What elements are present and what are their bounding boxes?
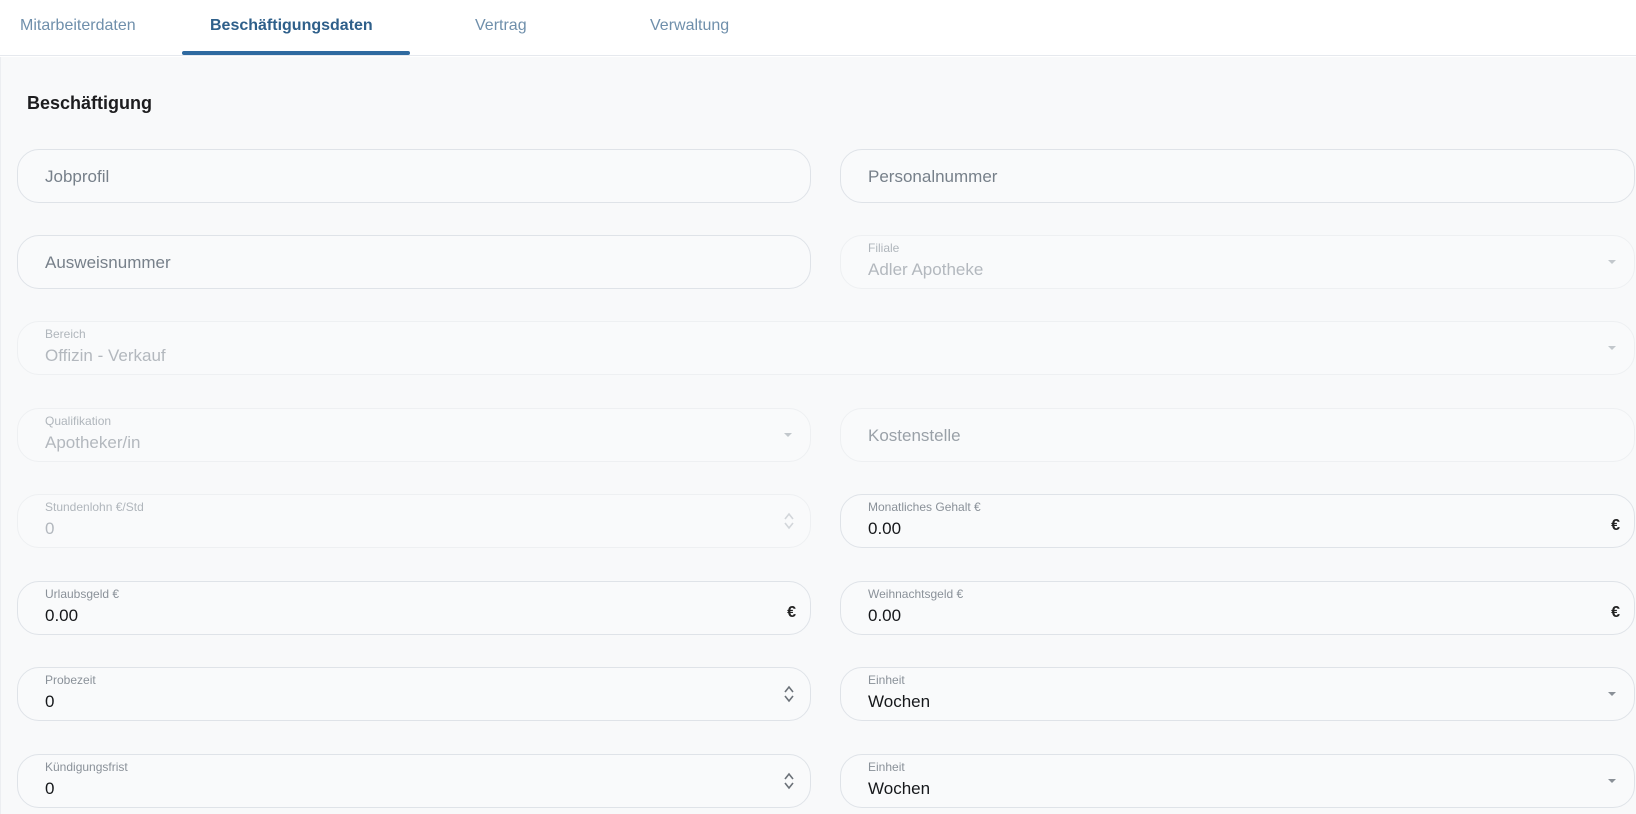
tab-vertrag[interactable]: Vertrag: [475, 17, 527, 35]
jobprofil-placeholder: Jobprofil: [45, 167, 110, 186]
kuendigungsfrist-value: 0: [45, 779, 55, 798]
stundenlohn-label: Stundenlohn €/Std: [45, 500, 144, 514]
probezeit-einheit-label: Einheit: [868, 673, 905, 687]
kuendigungsfrist-label: Kündigungsfrist: [45, 760, 128, 774]
bereich-label: Bereich: [45, 327, 86, 341]
chevron-down-icon: [1606, 342, 1618, 354]
spinner-icon[interactable]: [782, 682, 796, 706]
filiale-label: Filiale: [868, 241, 900, 255]
kostenstelle-placeholder: Kostenstelle: [868, 426, 961, 445]
euro-suffix: €: [1611, 604, 1620, 621]
personalnummer-placeholder: Personalnummer: [868, 167, 998, 186]
probezeit-field[interactable]: Probezeit 0: [17, 667, 811, 721]
filiale-select[interactable]: Filiale Adler Apotheke: [840, 235, 1635, 289]
tab-bar: Mitarbeiterdaten Beschäftigungsdaten Ver…: [0, 0, 1636, 56]
tab-mitarbeiterdaten[interactable]: Mitarbeiterdaten: [20, 17, 136, 35]
chevron-down-icon: [1606, 688, 1618, 700]
monatliches-gehalt-label: Monatliches Gehalt €: [868, 500, 981, 514]
chevron-down-icon: [1606, 256, 1618, 268]
euro-suffix: €: [787, 604, 796, 621]
chevron-down-icon: [782, 429, 794, 441]
euro-suffix: €: [1611, 517, 1620, 534]
probezeit-einheit-value: Wochen: [868, 692, 931, 711]
kuendigungsfrist-einheit-value: Wochen: [868, 779, 931, 798]
bereich-select[interactable]: Bereich Offizin - Verkauf: [17, 321, 1635, 375]
kostenstelle-field[interactable]: Kostenstelle: [840, 408, 1635, 462]
jobprofil-field[interactable]: Jobprofil: [17, 149, 811, 203]
active-tab-indicator: [182, 51, 410, 55]
personalnummer-field[interactable]: Personalnummer: [840, 149, 1635, 203]
ausweisnummer-placeholder: Ausweisnummer: [45, 253, 171, 272]
chevron-down-icon: [1606, 775, 1618, 787]
section-title: Beschäftigung: [27, 93, 153, 113]
urlaubsgeld-field[interactable]: Urlaubsgeld € 0.00 €: [17, 581, 811, 635]
stundenlohn-field[interactable]: Stundenlohn €/Std 0: [17, 494, 811, 548]
kuendigungsfrist-field[interactable]: Kündigungsfrist 0: [17, 754, 811, 808]
probezeit-value: 0: [45, 692, 55, 711]
stundenlohn-value: 0: [45, 519, 55, 538]
urlaubsgeld-label: Urlaubsgeld €: [45, 587, 120, 601]
weihnachtsgeld-field[interactable]: Weihnachtsgeld € 0.00 €: [840, 581, 1635, 635]
weihnachtsgeld-label: Weihnachtsgeld €: [868, 587, 964, 601]
urlaubsgeld-value: 0.00: [45, 606, 79, 625]
monatliches-gehalt-value: 0.00: [868, 519, 902, 538]
employment-panel: Beschäftigung Jobprofil Personalnummer A…: [0, 57, 1636, 814]
tab-verwaltung[interactable]: Verwaltung: [650, 17, 729, 35]
spinner-icon[interactable]: [782, 769, 796, 793]
tab-beschaeftigungsdaten[interactable]: Beschäftigungsdaten: [210, 17, 373, 35]
ausweisnummer-field[interactable]: Ausweisnummer: [17, 235, 811, 289]
kuendigungsfrist-einheit-label: Einheit: [868, 760, 905, 774]
probezeit-einheit-select[interactable]: Einheit Wochen: [840, 667, 1635, 721]
probezeit-label: Probezeit: [45, 673, 96, 687]
qualifikation-value: Apotheker/in: [45, 433, 141, 452]
filiale-value: Adler Apotheke: [868, 260, 984, 279]
qualifikation-select[interactable]: Qualifikation Apotheker/in: [17, 408, 811, 462]
weihnachtsgeld-value: 0.00: [868, 606, 902, 625]
qualifikation-label: Qualifikation: [45, 414, 112, 428]
spinner-icon[interactable]: [782, 509, 796, 533]
monatliches-gehalt-field[interactable]: Monatliches Gehalt € 0.00 €: [840, 494, 1635, 548]
kuendigungsfrist-einheit-select[interactable]: Einheit Wochen: [840, 754, 1635, 808]
bereich-value: Offizin - Verkauf: [45, 346, 166, 365]
